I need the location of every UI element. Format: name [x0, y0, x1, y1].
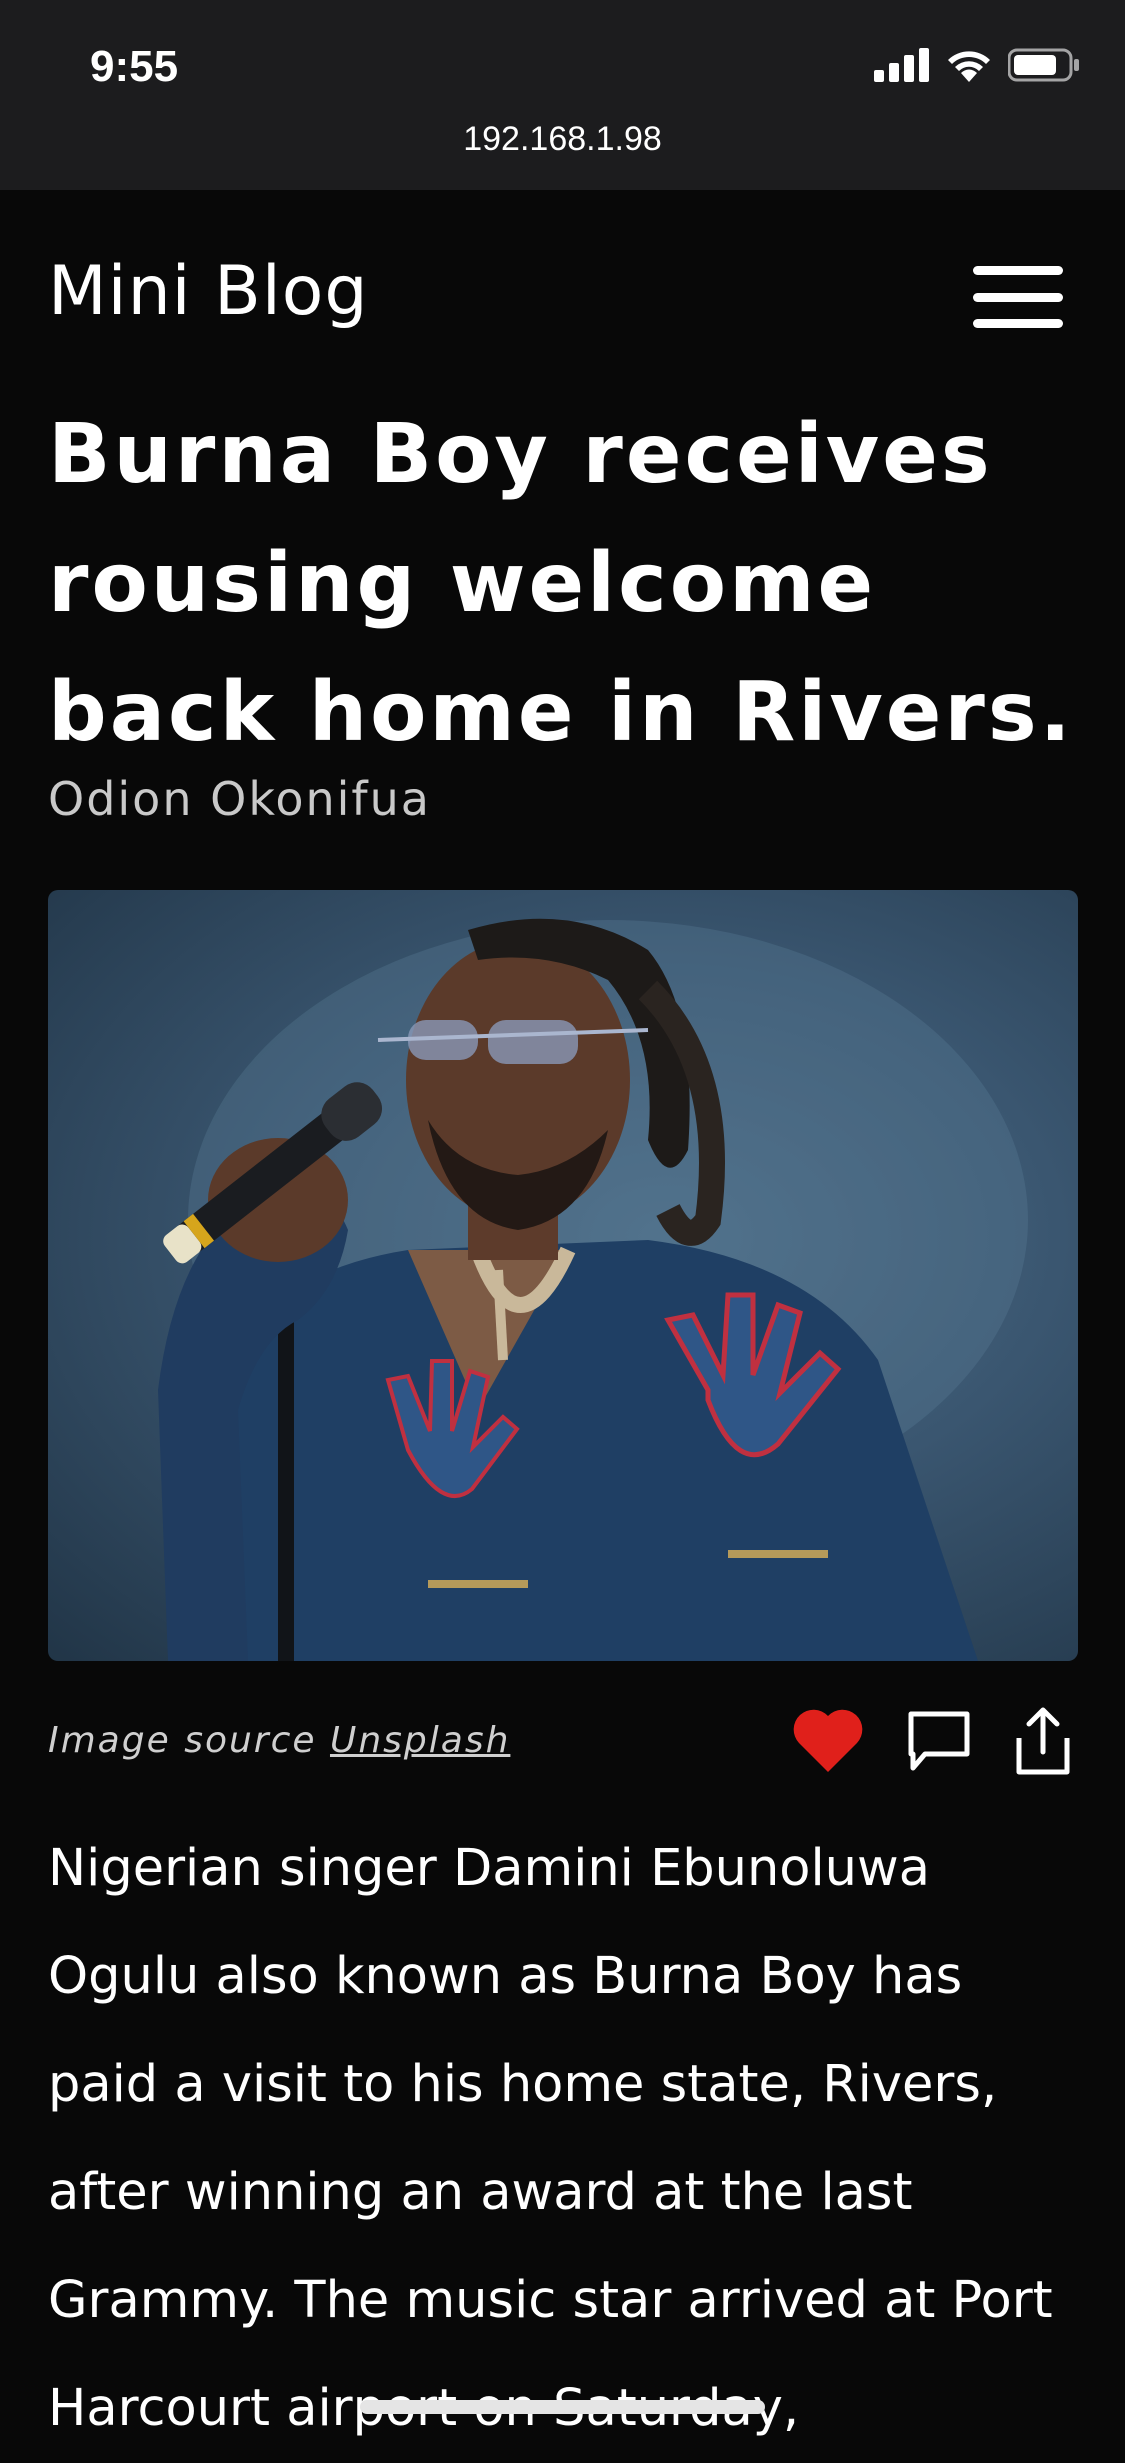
address-bar-url[interactable]: 192.168.1.98	[0, 120, 1125, 159]
singer-with-microphone-illustration	[158, 918, 1028, 1661]
status-time: 9:55	[90, 42, 179, 91]
article-body: Nigerian singer Damini Ebunoluwa Ogulu a…	[48, 1839, 1053, 2438]
cellular-signal-icon	[874, 48, 929, 82]
menu-bar	[973, 319, 1063, 328]
article-photo	[48, 890, 1078, 1661]
article-headline: Burna Boy receives rousing welcome back …	[48, 407, 1074, 760]
article-actions	[791, 1706, 1073, 1776]
heart-icon[interactable]	[791, 1708, 865, 1774]
status-icons	[874, 48, 1080, 82]
image-caption: Image source Unsplash	[48, 1720, 510, 1761]
browser-top-bar: 9:55 192.168.1.98	[0, 0, 1125, 190]
battery-icon	[1008, 48, 1079, 82]
image-source-link[interactable]: Unsplash	[330, 1720, 510, 1761]
menu-bar	[973, 292, 1063, 302]
menu-bar	[973, 266, 1063, 275]
share-icon[interactable]	[1013, 1706, 1073, 1776]
comment-icon[interactable]	[907, 1710, 971, 1772]
article-author: Odion Okonifua	[48, 772, 431, 826]
hamburger-menu-icon[interactable]	[973, 266, 1063, 328]
wifi-icon	[948, 51, 990, 82]
home-indicator[interactable]	[360, 2400, 765, 2414]
site-title[interactable]: Mini Blog	[48, 252, 368, 331]
caption-prefix: Image source	[48, 1720, 330, 1761]
